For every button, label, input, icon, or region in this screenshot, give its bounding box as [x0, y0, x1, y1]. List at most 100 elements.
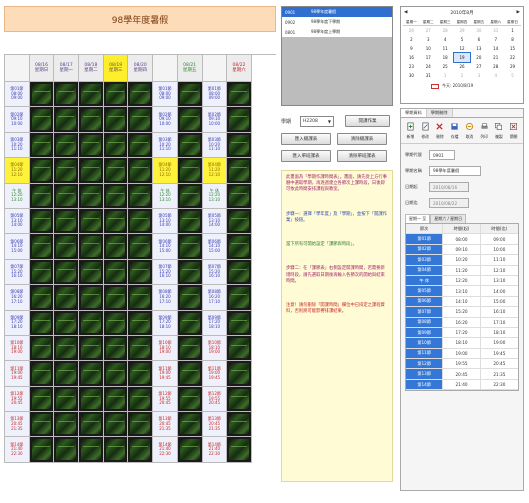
calendar-day[interactable]: 12 [454, 44, 471, 53]
table-row[interactable]: 第04節 11:20 12:10 [406, 265, 518, 276]
table-cell[interactable]: 18:10 [443, 338, 481, 348]
column-header[interactable]: 時間(迄) [481, 224, 518, 233]
calendar-day[interactable]: 28 [437, 26, 454, 35]
clear-single-button[interactable]: 清除單班課表 [337, 150, 387, 162]
calendar-day[interactable]: 27 [420, 26, 437, 35]
day-header[interactable]: 08/19 星期三 [103, 55, 129, 82]
import-class-button[interactable]: 匯入總課表 [281, 133, 331, 145]
slot-thumbnail[interactable] [227, 386, 252, 413]
slot-thumbnail[interactable] [103, 208, 129, 235]
slot-thumbnail[interactable] [227, 132, 252, 159]
calendar-day[interactable]: 26 [454, 62, 471, 71]
slot-thumbnail[interactable] [128, 183, 154, 209]
slot-thumbnail[interactable] [54, 361, 80, 387]
code-field[interactable]: 0901 [429, 150, 455, 160]
slot-thumbnail[interactable] [103, 132, 129, 159]
table-cell[interactable]: 15:20 [443, 307, 481, 317]
slot-thumbnail[interactable] [227, 234, 252, 260]
period-cell[interactable]: 第12節 19:55 20:45 [5, 386, 30, 413]
calendar-day[interactable]: 29 [504, 62, 521, 71]
calendar-day[interactable]: 1 [437, 71, 454, 80]
period-cell[interactable]: 第04節 11:20 12:10 [5, 158, 30, 184]
period-cell[interactable]: 第02節 09:10 10:00 [202, 107, 228, 133]
calendar-day[interactable]: 15 [504, 44, 521, 53]
calendar-day[interactable]: 30 [403, 71, 420, 80]
slot-thumbnail[interactable] [29, 183, 55, 209]
slot-thumbnail[interactable] [29, 82, 55, 108]
calendar-day[interactable]: 3 [420, 35, 437, 44]
close-button[interactable]: 關閉 [507, 122, 520, 139]
calendar-day[interactable]: 23 [403, 62, 420, 71]
slot-thumbnail[interactable] [103, 107, 129, 133]
period-cell[interactable]: 第08節 16:20 17:10 [153, 285, 178, 311]
delete-button[interactable]: 刪除 [434, 122, 447, 139]
slot-thumbnail[interactable] [29, 158, 55, 184]
period-cell[interactable]: 第12節 19:55 20:45 [153, 386, 178, 413]
table-row[interactable]: 第03節 10:20 11:10 [406, 255, 518, 266]
clear-class-button[interactable]: 清除總課表 [337, 133, 387, 145]
table-row[interactable]: 第12節 19:55 20:45 [406, 359, 518, 370]
slot-thumbnail[interactable] [177, 437, 203, 463]
table-cell[interactable]: 10:00 [481, 245, 518, 254]
slot-thumbnail[interactable] [103, 183, 129, 209]
slot-thumbnail[interactable] [79, 259, 104, 286]
slot-thumbnail[interactable] [227, 82, 252, 108]
table-cell[interactable]: 第09節 [406, 327, 444, 338]
slot-thumbnail[interactable] [54, 259, 80, 286]
table-cell[interactable]: 第02節 [406, 244, 444, 255]
semester-list[interactable]: 0901 98學年度暑假 0902 98學年度下學期 0801 98學年度上學期 [281, 6, 393, 106]
calendar-day[interactable]: 10 [420, 44, 437, 53]
calendar-day[interactable]: 30 [470, 26, 487, 35]
calendar-day[interactable]: 31 [420, 71, 437, 80]
slot-thumbnail[interactable] [79, 386, 104, 413]
slot-thumbnail[interactable] [29, 335, 55, 362]
slot-thumbnail[interactable] [79, 208, 104, 235]
slot-thumbnail[interactable] [177, 183, 203, 209]
table-cell[interactable]: 13:10 [481, 276, 518, 285]
save-button[interactable]: 存檔 [448, 122, 461, 139]
calendar-day[interactable]: 1 [504, 26, 521, 35]
detail-tab[interactable]: 學期刪除 [426, 109, 453, 117]
table-cell[interactable]: 第12節 [406, 359, 444, 369]
slot-thumbnail[interactable] [29, 107, 55, 133]
table-cell[interactable]: 17:20 [443, 327, 481, 338]
calendar-day[interactable]: 4 [487, 71, 504, 80]
calendar-day[interactable]: 29 [454, 26, 471, 35]
slot-thumbnail[interactable] [54, 310, 80, 336]
day-header[interactable]: 08/18 星期二 [79, 55, 104, 82]
semester-list-item[interactable]: 0901 98學年度暑假 [282, 7, 392, 17]
slot-thumbnail[interactable] [128, 259, 154, 286]
slot-thumbnail[interactable] [79, 361, 104, 387]
slot-thumbnail[interactable] [29, 437, 55, 463]
table-cell[interactable]: 16:10 [481, 307, 518, 316]
table-cell[interactable]: 11:10 [481, 255, 518, 264]
slot-thumbnail[interactable] [128, 234, 154, 260]
table-cell[interactable]: 第03節 [406, 255, 444, 265]
table-cell[interactable]: 09:00 [481, 234, 518, 243]
calendar-day[interactable]: 9 [403, 44, 420, 53]
calendar-day[interactable]: 2 [403, 35, 420, 44]
table-cell[interactable]: 第01節 [406, 234, 444, 244]
slot-thumbnail[interactable] [29, 234, 55, 260]
slot-thumbnail[interactable] [227, 335, 252, 362]
start-date-field[interactable]: 2010/08/16 [429, 182, 469, 192]
period-cell[interactable]: 第13節 20:45 21:35 [153, 412, 178, 438]
calendar-day[interactable]: 27 [470, 62, 487, 71]
table-row[interactable]: 第01節 08:00 09:00 [406, 234, 518, 245]
slot-thumbnail[interactable] [79, 183, 104, 209]
table-cell[interactable]: 22:30 [481, 380, 518, 389]
slot-thumbnail[interactable] [177, 310, 203, 336]
slot-thumbnail[interactable] [103, 437, 129, 463]
slot-thumbnail[interactable] [103, 234, 129, 260]
period-cell[interactable]: 第04節 11:20 12:10 [202, 158, 228, 184]
period-cell[interactable]: 第12節 19:55 20:45 [202, 386, 228, 413]
slot-thumbnail[interactable] [103, 412, 129, 438]
slot-thumbnail[interactable] [177, 361, 203, 387]
table-cell[interactable]: 19:00 [481, 338, 518, 347]
slot-thumbnail[interactable] [128, 335, 154, 362]
day-header[interactable]: 08/22 星期六 [227, 55, 252, 82]
calendar-day[interactable]: 24 [420, 62, 437, 71]
slot-thumbnail[interactable] [177, 285, 203, 311]
table-cell[interactable]: 第08節 [406, 317, 444, 327]
slot-thumbnail[interactable] [79, 158, 104, 184]
